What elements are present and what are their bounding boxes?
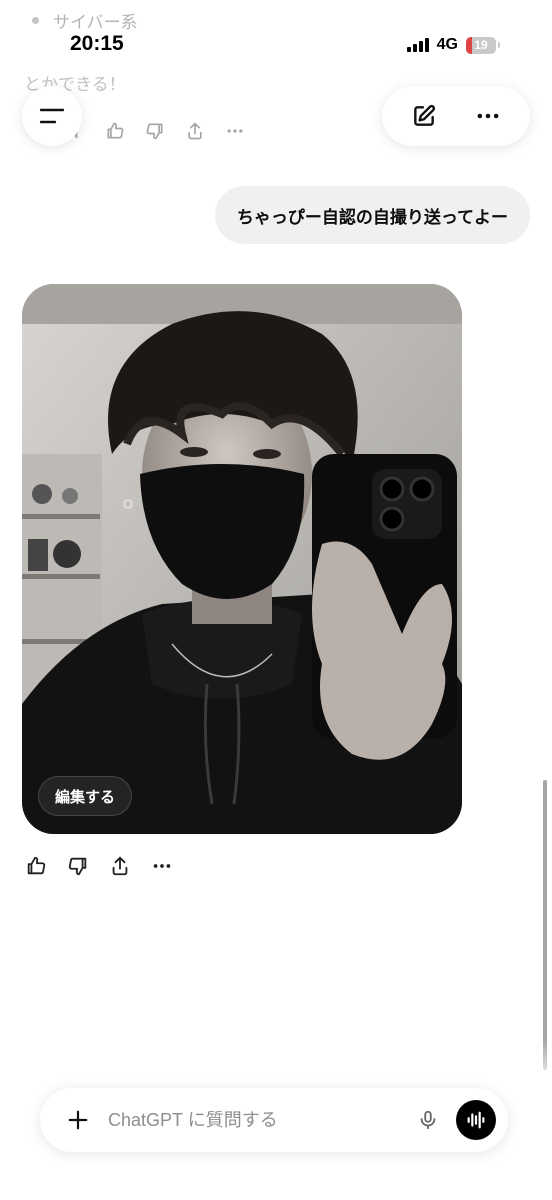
voice-mode-button[interactable] xyxy=(456,1100,496,1140)
previous-bullet-text: サイバー系 xyxy=(53,13,138,33)
more-icon[interactable] xyxy=(150,854,174,878)
header-actions xyxy=(382,86,530,146)
voice-mode-icon xyxy=(467,1111,485,1129)
network-type: 4G xyxy=(436,36,458,53)
dictate-button[interactable] xyxy=(410,1102,446,1138)
signal-icon xyxy=(406,38,429,52)
menu-icon xyxy=(39,108,65,124)
battery-percent: 19 xyxy=(474,38,488,52)
more-options-button[interactable] xyxy=(466,94,510,138)
battery-icon: 19 xyxy=(466,36,500,54)
bullet-dot xyxy=(32,17,39,24)
thumbs-down-icon[interactable] xyxy=(144,120,166,142)
response-actions xyxy=(24,854,174,878)
user-message-text: ちゃっぴー自認の自撮り送ってよー xyxy=(236,207,508,228)
generated-image[interactable]: 編集する xyxy=(22,284,462,834)
share-icon[interactable] xyxy=(184,120,206,142)
previous-bullet: サイバー系 xyxy=(32,8,138,33)
attach-button[interactable] xyxy=(62,1104,94,1136)
status-time: 20:15 xyxy=(70,32,124,55)
more-icon xyxy=(477,113,499,119)
menu-button[interactable] xyxy=(22,86,82,146)
message-input[interactable] xyxy=(108,1109,410,1131)
status-indicators: 4G 19 xyxy=(406,36,500,54)
new-chat-button[interactable] xyxy=(402,94,446,138)
thumbs-down-icon[interactable] xyxy=(66,854,90,878)
composer xyxy=(40,1088,508,1152)
user-message-bubble: ちゃっぴー自認の自撮り送ってよー xyxy=(214,186,530,244)
scrollbar[interactable] xyxy=(543,780,547,1070)
selfie-image-icon xyxy=(22,284,462,834)
share-icon[interactable] xyxy=(108,854,132,878)
new-chat-icon xyxy=(414,105,435,126)
edit-image-button[interactable]: 編集する xyxy=(38,776,133,816)
more-icon[interactable] xyxy=(224,120,246,142)
thumbs-up-icon[interactable] xyxy=(24,854,48,878)
mic-icon xyxy=(420,1110,436,1130)
battery-fill xyxy=(466,36,472,54)
plus-icon xyxy=(68,1110,88,1130)
thumbs-up-icon[interactable] xyxy=(104,120,126,142)
